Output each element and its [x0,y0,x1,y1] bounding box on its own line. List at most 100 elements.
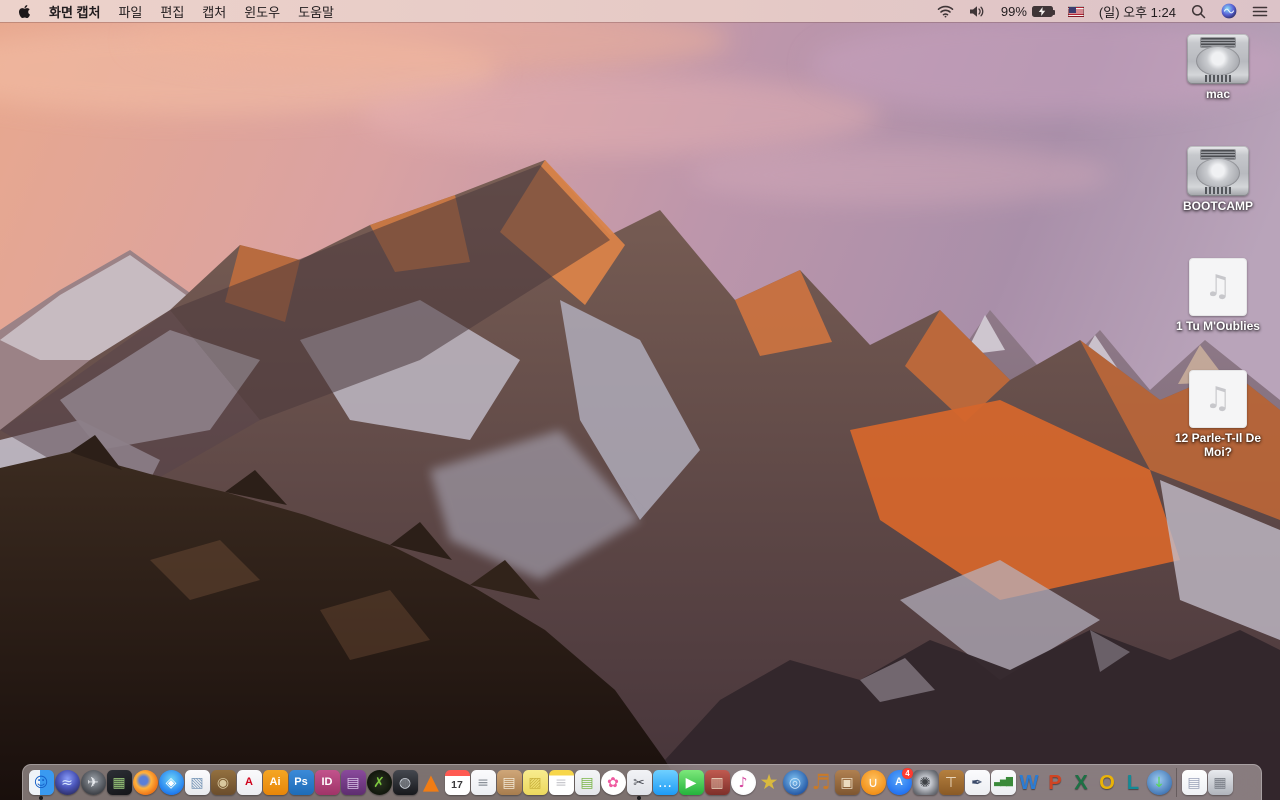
dock-app-system-preferences[interactable]: ✺ [912,765,938,800]
dock-app-download-manager[interactable]: ↓ [1146,765,1172,800]
menu-item-3[interactable]: 윈도우 [244,2,280,21]
dock-app-toast[interactable]: ▤ [340,765,366,800]
siri-icon[interactable] [1221,3,1237,19]
dock-app-messages[interactable]: … [652,765,678,800]
dock-app-documents-app[interactable]: ▤ [574,765,600,800]
ibooks-icon: ∪ [860,770,886,795]
desktop-icon-1-tu-m-oublies[interactable]: ♫ 1 Tu M'Oublies [1162,258,1274,370]
dock-app-garageband[interactable]: ♬ [808,765,834,800]
dock-app-photo-booth[interactable]: ▥ [704,765,730,800]
dock-app-trash[interactable]: ▦ [1207,765,1233,800]
menu-item-0[interactable]: 파일 [118,2,142,21]
us-flag-icon[interactable] [1067,5,1084,17]
hard-drive-icon [1187,146,1249,196]
desktop-icon-bootcamp[interactable]: BOOTCAMP [1162,146,1274,258]
messages-icon: … [652,770,678,795]
desktop-icon-label: mac [1205,87,1231,101]
launchpad-icon: ✈ [80,770,106,795]
stickies-icon: ▨ [522,770,548,795]
outlook-icon: O [1099,771,1115,794]
audio-file-icon: ♫ [1189,370,1247,428]
scrapbook-icon: ▣ [834,770,860,795]
dock-app-powerpoint[interactable]: P [1042,765,1068,800]
dock-app-ibooks[interactable]: ∪ [860,765,886,800]
battery-charging-icon [1031,5,1055,17]
dock-app-journal[interactable]: ◉ [210,765,236,800]
dock-app-photos[interactable]: ✿ [600,765,626,800]
dock: ☺ ≈ ✈ ▦ ◈ ▧ ◉ A Ai Ps ID ▤ ✗ ◍ ▲ 17 ≡ ▤ ▨ ≡ ▤ ✿ ✂… ▶ ▥ ♪ ★ ◎ ♬ ▣ ∪ A 4 ✺ ⊤… [22,764,1262,800]
dock-app-reminders[interactable]: ≡ [470,765,496,800]
dock-app-downloads-doc[interactable]: ▤ [1181,765,1207,800]
photo-booth-icon: ▥ [704,770,730,795]
dock-app-indesign[interactable]: ID [314,765,340,800]
pages-09-icon: ✒ [964,770,990,795]
audio-file-icon: ♫ [1189,258,1247,316]
dock-app-keynote[interactable]: ⊤ [938,765,964,800]
dock-app-photoshop[interactable]: Ps [288,765,314,800]
dock-app-finder[interactable]: ☺ [28,765,54,800]
dock-app-scrapbook[interactable]: ▣ [834,765,860,800]
dock-app-illustrator[interactable]: Ai [262,765,288,800]
dock-app-stickies[interactable]: ▨ [522,765,548,800]
menu-item-1[interactable]: 편집 [160,2,184,21]
dock-app-firefox[interactable] [132,765,158,800]
apple-menu[interactable] [18,4,31,19]
dock-app-safari[interactable]: ◈ [158,765,184,800]
desktop-icon-label: BOOTCAMP [1183,199,1253,213]
dock-app-acrobat[interactable]: A [236,765,262,800]
volume-icon[interactable] [969,5,986,18]
dock-app-green-x-app[interactable]: ✗ [366,765,392,800]
dock-app-facetime[interactable]: ▶ [678,765,704,800]
dock-app-itunes[interactable]: ♪ [730,765,756,800]
battery-status[interactable]: 99% [1001,4,1055,19]
dock-app-outlook[interactable]: O [1094,765,1120,800]
dock-app-siri[interactable]: ≈ [54,765,80,800]
desktop-icon-mac[interactable]: mac [1162,34,1274,146]
wifi-icon[interactable] [937,5,954,18]
downloads-doc-icon: ▤ [1181,770,1207,795]
desktop-icon-label: 12 Parle-T-Il De Moi? [1174,431,1262,459]
dock-app-lync[interactable]: L [1120,765,1146,800]
dock-app-excel[interactable]: X [1068,765,1094,800]
illustrator-icon: Ai [262,770,288,795]
calendar-icon: 17 [444,770,470,795]
active-app-name[interactable]: 화면 캡처 [49,2,100,21]
menu-item-4[interactable]: 도움말 [298,2,334,21]
dock-app-grab[interactable]: ✂ [626,765,652,800]
dock-app-disk-tool[interactable]: ◍ [392,765,418,800]
garageband-icon: ♬ [811,770,831,794]
dock-app-unarchiver[interactable]: ▤ [496,765,522,800]
dock-app-app-store[interactable]: A4 [886,765,913,800]
menu-item-2[interactable]: 캡처 [202,2,226,21]
keynote-icon: ⊤ [938,770,964,795]
dock-app-word[interactable]: W [1016,765,1042,800]
dock-app-preview[interactable]: ▧ [184,765,210,800]
running-indicator [39,795,43,800]
music-note-icon: ♫ [1204,269,1232,304]
dock-app-vlc[interactable]: ▲ [418,765,444,800]
desktop-icon-12-parle-t-il-de-moi-[interactable]: ♫ 12 Parle-T-Il De Moi? [1162,370,1274,482]
menu-bar: 화면 캡처 파일 편집 캡처 윈도우 도움말 99% (일) 오후 1:24 [0,0,1280,22]
dock-app-mission-control[interactable]: ▦ [106,765,132,800]
menu-clock[interactable]: (일) 오후 1:24 [1099,2,1176,21]
desktop-icon-label: 1 Tu M'Oublies [1176,319,1260,333]
grab-icon: ✂ [626,770,652,795]
spotlight-search-icon[interactable] [1191,4,1206,19]
indesign-icon: ID [314,770,340,795]
facetime-icon: ▶ [678,770,704,795]
notification-center-icon[interactable] [1252,5,1268,18]
dock-app-idvd[interactable]: ◎ [782,765,808,800]
dock-app-notes[interactable]: ≡ [548,765,574,800]
unarchiver-icon: ▤ [496,770,522,795]
running-indicator [637,795,641,800]
dock-app-calendar[interactable]: 17 [444,765,470,800]
dock-app-imovie[interactable]: ★ [756,765,782,800]
safari-icon: ◈ [158,770,184,795]
vlc-icon: ▲ [422,770,440,794]
dock-app-numbers-09[interactable]: ▃▅▇ [990,765,1016,800]
disk-tool-icon: ◍ [392,770,418,795]
documents-app-icon: ▤ [574,770,600,795]
dock-app-launchpad[interactable]: ✈ [80,765,106,800]
green-x-app-icon: ✗ [366,770,392,795]
dock-app-pages-09[interactable]: ✒ [964,765,990,800]
